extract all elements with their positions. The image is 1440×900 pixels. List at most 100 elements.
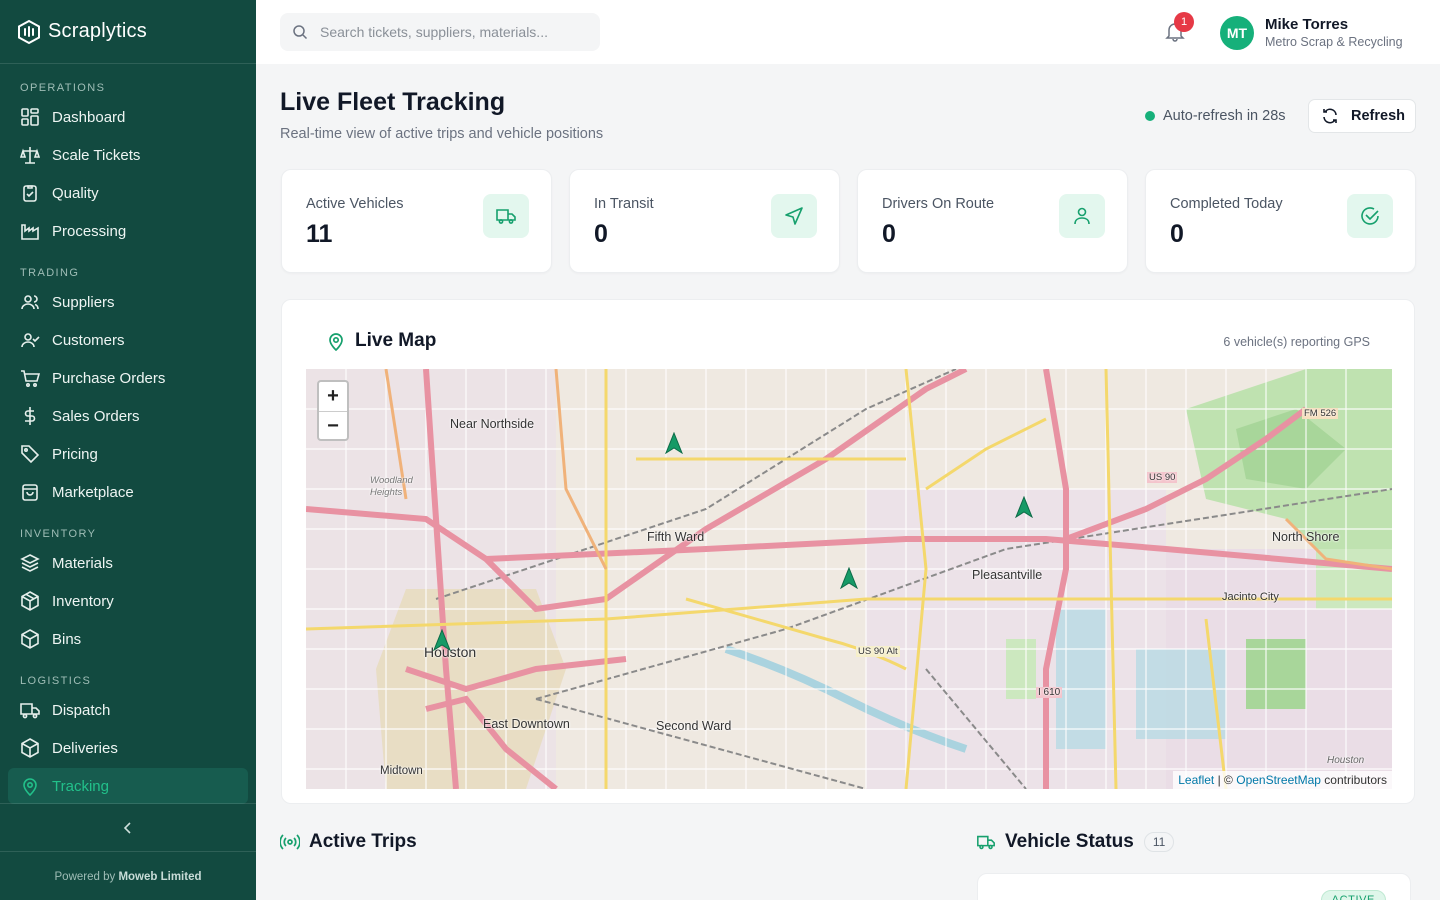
vehicle-marker-icon[interactable] <box>840 567 858 589</box>
stat-icon-badge <box>771 194 817 238</box>
user-name[interactable]: Mike Torres <box>1265 16 1348 33</box>
map-label: East Downtown <box>483 717 570 731</box>
box-icon <box>20 629 40 649</box>
package-check-icon <box>20 738 40 758</box>
refresh-icon <box>1323 108 1337 124</box>
gps-count: 6 vehicle(s) reporting GPS <box>1223 335 1370 349</box>
sidebar-divider <box>0 851 256 852</box>
osm-link[interactable]: OpenStreetMap <box>1236 773 1321 787</box>
package-icon <box>20 591 40 611</box>
sidebar-item-purchase-orders[interactable]: Purchase Orders <box>8 360 248 396</box>
notification-count-badge: 1 <box>1174 12 1194 32</box>
dollar-icon <box>20 406 40 426</box>
sidebar-item-customers[interactable]: Customers <box>8 322 248 358</box>
stat-card-in-transit: In Transit 0 <box>569 169 840 273</box>
live-status-dot <box>1145 111 1155 121</box>
stat-label: Drivers On Route <box>882 196 995 212</box>
stat-card-completed-today: Completed Today 0 <box>1145 169 1416 273</box>
zoom-out-button[interactable]: − <box>319 412 347 441</box>
map-pin-icon <box>20 776 40 796</box>
powered-by: Powered by Moweb Limited <box>0 871 256 883</box>
page-subtitle: Real-time view of active trips and vehic… <box>280 126 604 142</box>
scale-icon <box>20 145 40 165</box>
sidebar-item-processing[interactable]: Processing <box>8 213 248 249</box>
map-label: FM 526 <box>1302 408 1339 419</box>
sidebar-item-label: Processing <box>52 222 127 240</box>
live-map-title: Live Map <box>326 330 436 352</box>
nav-section-logistics: Logistics <box>20 675 92 687</box>
powered-by-prefix: Powered by <box>54 871 116 883</box>
sidebar-item-label: Suppliers <box>52 293 115 311</box>
cart-icon <box>20 368 40 388</box>
logo-icon <box>18 19 40 44</box>
zoom-in-button[interactable]: + <box>319 382 347 411</box>
sidebar-item-inventory[interactable]: Inventory <box>8 583 248 619</box>
search-icon <box>293 25 308 40</box>
sidebar-item-label: Marketplace <box>52 483 134 501</box>
stat-label: Active Vehicles <box>306 196 404 212</box>
truck-icon <box>977 835 995 850</box>
sidebar-item-label: Customers <box>52 331 125 349</box>
map-label: Houston <box>1327 755 1365 766</box>
vehicle-marker-icon[interactable] <box>1015 496 1033 518</box>
sidebar-item-label: Quality <box>52 184 99 202</box>
map-pin-icon <box>329 333 343 351</box>
sidebar-item-deliveries[interactable]: Deliveries <box>8 730 248 766</box>
refresh-button[interactable]: Refresh <box>1308 99 1416 133</box>
dashboard-icon <box>20 107 40 127</box>
attribution-suffix: contributors <box>1324 773 1387 787</box>
user-icon <box>1074 207 1090 225</box>
sidebar-item-quality[interactable]: Quality <box>8 175 248 211</box>
top-header: 1 MT Mike Torres Metro Scrap & Recycling <box>256 0 1440 64</box>
radio-signal-icon <box>280 834 300 850</box>
sidebar-item-label: Tracking <box>52 777 109 795</box>
page-title: Live Fleet Tracking <box>280 88 506 116</box>
active-trips-heading: Active Trips <box>280 831 417 853</box>
avatar[interactable]: MT <box>1220 16 1254 50</box>
vehicle-count-badge: 11 <box>1143 832 1175 852</box>
sidebar-item-marketplace[interactable]: Marketplace <box>8 474 248 510</box>
stat-icon-badge <box>1059 194 1105 238</box>
stat-card-drivers-on-route: Drivers On Route 0 <box>857 169 1128 273</box>
search-input[interactable] <box>320 24 580 40</box>
sidebar-item-label: Dashboard <box>52 108 126 126</box>
sidebar-item-tracking[interactable]: Tracking <box>8 768 248 804</box>
sidebar: Scraplytics Operations Dashboard Scale T… <box>0 0 256 900</box>
factory-icon <box>20 221 40 241</box>
vehicle-status-card[interactable]: ACTIVE <box>977 873 1411 900</box>
sidebar-item-label: Materials <box>52 554 113 572</box>
search-box[interactable] <box>280 13 600 51</box>
stat-label: In Transit <box>594 196 654 212</box>
map-label: Midtown <box>380 765 423 777</box>
refresh-label: Refresh <box>1351 108 1405 124</box>
sidebar-item-label: Pricing <box>52 445 98 463</box>
brand[interactable]: Scraplytics <box>0 0 256 64</box>
map-view[interactable]: Near Northside Fifth Ward Houston East D… <box>306 369 1392 789</box>
sidebar-item-label: Bins <box>52 630 82 648</box>
powered-by-company: Moweb Limited <box>118 871 202 883</box>
sidebar-item-dashboard[interactable]: Dashboard <box>8 99 248 135</box>
vehicle-marker-icon[interactable] <box>665 432 683 454</box>
truck-icon <box>20 700 40 720</box>
sidebar-item-pricing[interactable]: Pricing <box>8 436 248 472</box>
map-label: Second Ward <box>656 719 732 733</box>
collapse-sidebar-button[interactable] <box>118 818 138 838</box>
vehicle-marker-icon[interactable] <box>433 629 451 651</box>
user-check-icon <box>20 330 40 350</box>
user-organization: Metro Scrap & Recycling <box>1265 35 1403 49</box>
live-map-card: Live Map 6 vehicle(s) reporting GPS Near… <box>281 299 1415 804</box>
stat-icon-badge <box>1347 194 1393 238</box>
sidebar-item-materials[interactable]: Materials <box>8 545 248 581</box>
navigation-icon <box>785 207 803 225</box>
leaflet-link[interactable]: Leaflet <box>1178 773 1214 787</box>
sidebar-item-bins[interactable]: Bins <box>8 621 248 657</box>
layers-icon <box>20 553 40 573</box>
sidebar-item-suppliers[interactable]: Suppliers <box>8 284 248 320</box>
sidebar-item-scale-tickets[interactable]: Scale Tickets <box>8 137 248 173</box>
sidebar-item-sales-orders[interactable]: Sales Orders <box>8 398 248 434</box>
sidebar-item-dispatch[interactable]: Dispatch <box>8 692 248 728</box>
map-label: Woodland Heights <box>370 475 413 498</box>
sidebar-item-label: Deliveries <box>52 739 118 757</box>
nav-section-inventory: Inventory <box>20 528 97 540</box>
chevron-left-icon <box>123 822 131 834</box>
